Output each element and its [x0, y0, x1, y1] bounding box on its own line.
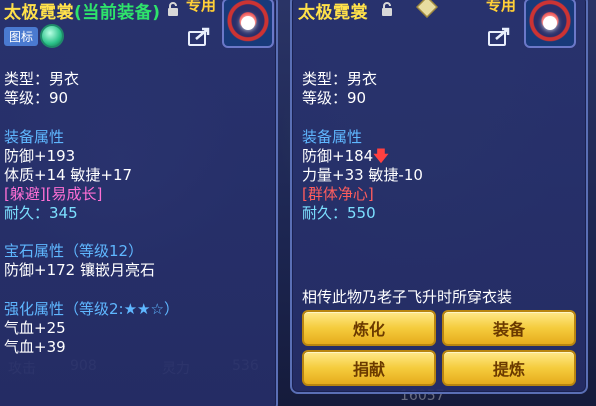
share-icon[interactable]	[488, 26, 512, 46]
enhance-hp-1: 气血+25	[4, 319, 66, 337]
gem-line: 防御+172 镶嵌月亮石	[4, 261, 155, 279]
item-basic-info: 类型：男衣 等级：90	[302, 70, 377, 108]
lock-icon	[168, 2, 178, 16]
enhance-attributes: 强化属性（等级2:★★☆） 气血+25 气血+39	[4, 300, 179, 357]
exclusive-tag: 专用	[186, 0, 216, 15]
defense-row: 防御+184🡇	[302, 147, 423, 166]
enhance-header: 强化属性（等级2:★★☆）	[4, 300, 179, 318]
equip-attributes: 装备属性 防御+184🡇 力量+33 敏捷-10 [群体净心] 耐久：550	[302, 128, 423, 223]
special-effects: [躲避][易成长]	[4, 185, 103, 203]
equip-attr-header: 装备属性	[302, 128, 363, 146]
lock-icon	[382, 2, 392, 16]
share-icon[interactable]	[188, 26, 212, 46]
item-title: 太极霓裳	[298, 0, 368, 23]
item-title: 太极霓裳(当前装备)	[4, 0, 161, 23]
item-description: 相传此物乃老子飞升时所穿衣装	[302, 288, 513, 306]
current-equip-label: (当前装备)	[74, 3, 161, 23]
compare-item-tooltip: 太极霓裳 专用 类型：男衣 等级：90 装备属性 防御+184🡇 力量+33 敏…	[290, 0, 588, 394]
equip-attributes: 装备属性 防御+193 体质+14 敏捷+17 [躲避][易成长] 耐久：345	[4, 128, 132, 223]
item-name: 太极霓裳	[4, 3, 74, 23]
equip-attr-header: 装备属性	[4, 128, 65, 146]
decrease-arrow-icon: 🡇	[373, 147, 389, 165]
exclusive-tag: 专用	[486, 0, 516, 15]
stats-line: 体质+14 敏捷+17	[4, 166, 133, 184]
equipped-item-tooltip: 太极霓裳(当前装备) 专用 图标 类型：男衣 等级：90 装备属性 防御+193…	[0, 0, 278, 406]
extract-button[interactable]: 提炼	[442, 350, 576, 386]
gem-header: 宝石属性（等级12）	[4, 242, 144, 260]
item-basic-info: 类型：男衣 等级：90	[4, 70, 79, 108]
icon-badge-label: 图标	[4, 26, 39, 46]
gem-attributes: 宝石属性（等级12） 防御+172 镶嵌月亮石	[4, 242, 155, 280]
icon-badge[interactable]: 图标	[4, 24, 65, 48]
durability-line: 耐久：550	[302, 204, 376, 222]
durability-line: 耐久：345	[4, 204, 78, 222]
level-line: 等级：90	[4, 89, 69, 107]
equip-button[interactable]: 装备	[442, 310, 576, 346]
item-name: 太极霓裳	[298, 3, 368, 23]
special-effects: [群体净心]	[302, 185, 374, 203]
enhance-hp-2: 气血+39	[4, 338, 66, 356]
stats-line: 力量+33 敏捷-10	[302, 166, 423, 184]
donate-button[interactable]: 捐献	[302, 350, 436, 386]
armor-item-icon[interactable]	[524, 0, 576, 48]
defense-line: 防御+184	[302, 147, 374, 165]
type-line: 类型：男衣	[4, 70, 80, 88]
level-line: 等级：90	[302, 89, 367, 107]
type-line: 类型：男衣	[302, 70, 378, 88]
defense-line: 防御+193	[4, 147, 76, 165]
refine-button[interactable]: 炼化	[302, 310, 436, 346]
orb-icon	[40, 24, 65, 48]
armor-item-icon[interactable]	[222, 0, 274, 48]
bound-seal-icon	[416, 0, 438, 18]
